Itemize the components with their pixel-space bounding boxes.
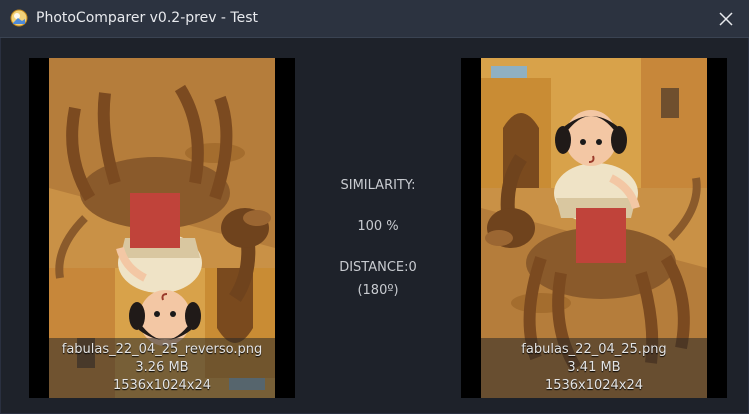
- right-image-filename: fabulas_22_04_25.png: [521, 342, 667, 357]
- left-image-panel[interactable]: fabulas_22_04_25_reverso.png 3.26 MB 153…: [29, 58, 295, 398]
- window-body: fabulas_22_04_25_reverso.png 3.26 MB 153…: [0, 38, 749, 414]
- comparison-info: SIMILARITY: 100 % DISTANCE:0 (180º): [301, 178, 455, 298]
- right-image-caption: fabulas_22_04_25.png 3.41 MB 1536x1024x2…: [481, 338, 707, 398]
- left-image-dimensions: 1536x1024x24: [112, 378, 212, 393]
- photo-comparer-app-icon: [10, 9, 28, 27]
- rotation-value: (180º): [357, 283, 399, 298]
- right-image-dimensions: 1536x1024x24: [544, 378, 644, 393]
- left-image-filename: fabulas_22_04_25_reverso.png: [61, 342, 263, 357]
- close-icon: [719, 12, 733, 26]
- left-image-size: 3.26 MB: [135, 360, 189, 375]
- similarity-label: SIMILARITY:: [340, 178, 416, 193]
- distance-value: DISTANCE:0: [339, 260, 417, 275]
- window-title: PhotoComparer v0.2-prev - Test: [36, 10, 259, 26]
- similarity-value: 100 %: [357, 219, 399, 234]
- right-image-panel[interactable]: fabulas_22_04_25.png 3.41 MB 1536x1024x2…: [461, 58, 727, 398]
- left-image-caption: fabulas_22_04_25_reverso.png 3.26 MB 153…: [49, 338, 275, 398]
- close-button[interactable]: [703, 0, 749, 38]
- title-bar[interactable]: PhotoComparer v0.2-prev - Test: [0, 0, 749, 38]
- right-image-size: 3.41 MB: [567, 360, 621, 375]
